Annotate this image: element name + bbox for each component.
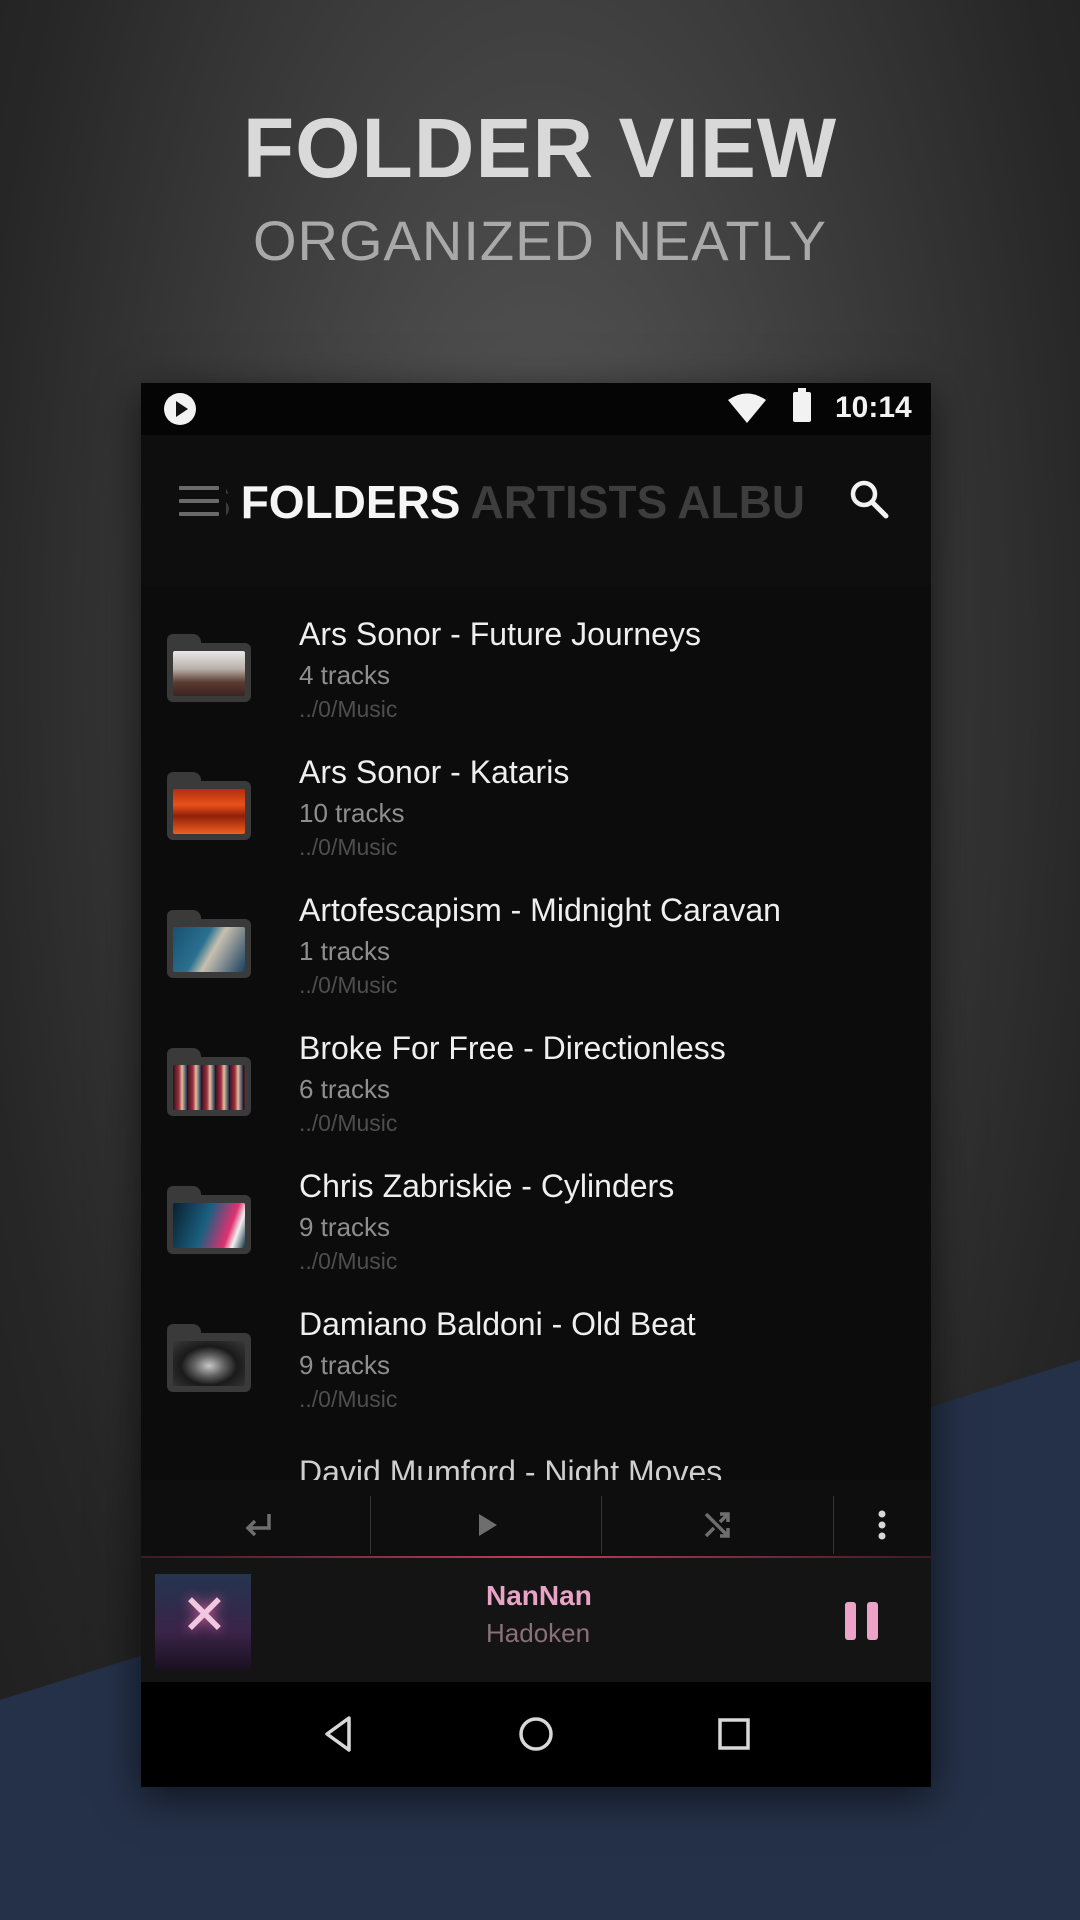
album-art[interactable]: ✕ bbox=[155, 1574, 251, 1670]
now-playing-bar[interactable]: ✕ NanNan Hadoken bbox=[141, 1558, 931, 1682]
folder-path: ../0/Music bbox=[299, 696, 398, 722]
folder-path: ../0/Music bbox=[299, 1248, 398, 1274]
tab-strip: SFOLDERSARTISTSALBU bbox=[226, 475, 836, 531]
tab-artists[interactable]: ARTISTS bbox=[470, 475, 667, 529]
folder-icon bbox=[167, 1186, 251, 1254]
tab-folders[interactable]: FOLDERS bbox=[241, 475, 461, 529]
status-time: 10:14 bbox=[835, 391, 912, 424]
shuffle-icon[interactable] bbox=[694, 1502, 740, 1548]
folder-track-count: 9 tracks bbox=[299, 1350, 391, 1380]
wifi-icon bbox=[728, 393, 766, 423]
pause-icon[interactable] bbox=[845, 1602, 879, 1640]
folder-icon bbox=[167, 910, 251, 978]
list-item[interactable]: Ars Sonor - Future Journeys 4 tracks ../… bbox=[141, 610, 931, 748]
folder-title: Ars Sonor - Kataris bbox=[299, 754, 570, 790]
folder-track-count: 10 tracks bbox=[299, 798, 405, 828]
now-playing-artist: Hadoken bbox=[486, 1618, 591, 1648]
list-item[interactable]: Chris Zabriskie - Cylinders 9 tracks ../… bbox=[141, 1162, 931, 1300]
folder-path: ../0/Music bbox=[299, 972, 398, 998]
folder-title: David Mumford - Night Moves bbox=[299, 1454, 723, 1482]
return-icon[interactable] bbox=[235, 1502, 281, 1548]
list-item[interactable]: David Mumford - Night Moves bbox=[141, 1438, 931, 1482]
list-item[interactable]: Artofescapism - Midnight Caravan 1 track… bbox=[141, 886, 931, 1024]
hero-subtitle: ORGANIZED NEATLY bbox=[252, 209, 827, 272]
app-logo-icon bbox=[164, 393, 196, 425]
play-icon[interactable] bbox=[463, 1502, 509, 1548]
now-playing-title: NanNan bbox=[486, 1580, 592, 1611]
more-vert-icon[interactable] bbox=[859, 1502, 905, 1548]
folder-title: Damiano Baldoni - Old Beat bbox=[299, 1306, 696, 1342]
folder-title: Broke For Free - Directionless bbox=[299, 1030, 726, 1066]
folder-track-count: 1 tracks bbox=[299, 936, 391, 966]
folder-icon bbox=[167, 772, 251, 840]
battery-icon bbox=[793, 388, 811, 422]
folder-track-count: 9 tracks bbox=[299, 1212, 391, 1242]
folder-track-count: 6 tracks bbox=[299, 1074, 391, 1104]
folder-icon bbox=[167, 1324, 251, 1392]
hero-title: FOLDER VIEW bbox=[242, 101, 838, 195]
tab-albums[interactable]: ALBU bbox=[677, 475, 805, 529]
list-item[interactable]: Broke For Free - Directionless 6 tracks … bbox=[141, 1024, 931, 1162]
folder-path: ../0/Music bbox=[299, 834, 398, 860]
folder-icon bbox=[167, 634, 251, 702]
phone-screen: 10:14 SFOLDERSARTISTSALBU Ars Sonor - Fu… bbox=[141, 383, 931, 1787]
navigation-bar bbox=[141, 1682, 931, 1787]
folder-path: ../0/Music bbox=[299, 1110, 398, 1136]
folder-title: Chris Zabriskie - Cylinders bbox=[299, 1168, 675, 1204]
folder-title: Artofescapism - Midnight Caravan bbox=[299, 892, 781, 928]
tab-songs[interactable]: S bbox=[226, 475, 231, 529]
list-item[interactable]: Damiano Baldoni - Old Beat 9 tracks ../0… bbox=[141, 1300, 931, 1438]
home-icon[interactable] bbox=[512, 1710, 560, 1758]
back-icon[interactable] bbox=[315, 1710, 363, 1758]
folder-path: ../0/Music bbox=[299, 1386, 398, 1412]
search-icon[interactable] bbox=[847, 477, 891, 521]
folder-track-count: 4 tracks bbox=[299, 660, 391, 690]
menu-icon[interactable] bbox=[179, 486, 219, 516]
list-item[interactable]: Ars Sonor - Kataris 10 tracks ../0/Music bbox=[141, 748, 931, 886]
status-bar: 10:14 bbox=[141, 383, 931, 435]
folder-icon bbox=[167, 1048, 251, 1116]
recents-icon[interactable] bbox=[710, 1710, 758, 1758]
folder-title: Ars Sonor - Future Journeys bbox=[299, 616, 701, 652]
